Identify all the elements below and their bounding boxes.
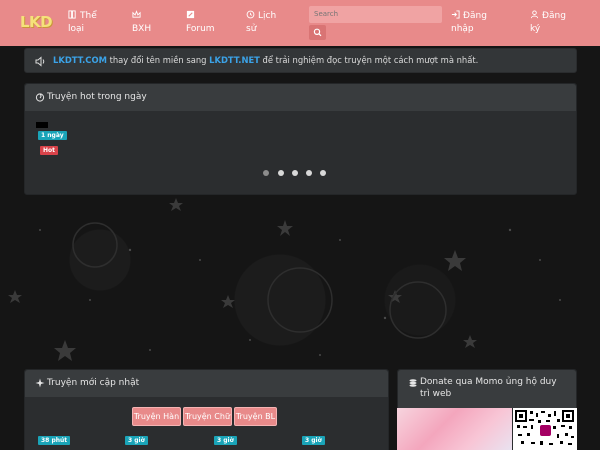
carousel-dot[interactable]	[292, 170, 298, 176]
new-domain-link[interactable]: LKDTT.NET	[209, 55, 260, 65]
donate-title-line-2: trì web	[420, 389, 452, 399]
domain-notice: LKDTT.COM thay đổi tên miền sang LKDTT.N…	[24, 48, 577, 73]
nav-history-label-2: sử	[246, 24, 257, 34]
hot-today-header: Truyện hot trong ngày	[25, 84, 576, 111]
tab-novel[interactable]: Truyện Chữ	[183, 407, 232, 426]
login-link[interactable]: Đăng nhập	[451, 10, 487, 36]
speaker-icon	[35, 56, 45, 67]
latest-updates-title: Truyện mới cập nhật	[47, 378, 140, 388]
notice-text-part-1: thay đổi tên miền sang	[106, 55, 210, 65]
nav-forum-label: Forum	[186, 24, 215, 34]
tab-bl[interactable]: Truyện BL	[234, 407, 277, 426]
carousel-dot[interactable]	[320, 170, 326, 176]
donate-header: Donate qua Momo ủng hộ duy trì web	[398, 370, 576, 408]
history-icon	[246, 10, 255, 19]
time-badge: 38 phút	[38, 436, 71, 445]
user-icon	[530, 10, 539, 19]
nav-forum[interactable]: Forum	[186, 10, 215, 36]
login-label-1: Đăng	[463, 11, 487, 21]
coins-icon	[409, 379, 417, 387]
tab-korean[interactable]: Truyện Hàn	[132, 407, 181, 426]
nav-ranking-label: BXH	[132, 24, 152, 34]
fire-icon	[35, 93, 45, 102]
donate-artwork	[397, 408, 512, 450]
donate-title-line-1: Donate qua Momo ủng hộ duy	[420, 377, 557, 387]
nav-categories-label-1: Thể	[80, 11, 97, 21]
old-domain-link[interactable]: LKDTT.COM	[53, 55, 107, 65]
time-badge: 3 giờ	[125, 436, 148, 445]
register-link[interactable]: Đăng ký	[530, 10, 566, 36]
hot-badge: Hot	[40, 146, 59, 155]
login-icon	[451, 10, 460, 19]
search-input[interactable]	[309, 6, 442, 23]
hot-today-panel: Truyện hot trong ngày 1 ngày Hot	[24, 83, 577, 195]
forum-icon	[186, 10, 195, 19]
time-badge: 3 giờ	[302, 436, 325, 445]
sparkle-icon	[35, 378, 45, 388]
search-button[interactable]	[309, 25, 326, 40]
story-thumbnail[interactable]	[36, 122, 48, 128]
carousel-dot[interactable]	[306, 170, 312, 176]
momo-qr-code	[513, 408, 577, 450]
time-badge: 3 giờ	[214, 436, 237, 445]
nav-history-label-1: Lịch	[258, 11, 277, 21]
carousel-dot[interactable]	[278, 170, 284, 176]
nav-history[interactable]: Lịch sử	[246, 10, 276, 36]
nav-categories[interactable]: Thể loại	[68, 10, 97, 36]
book-icon	[68, 10, 76, 19]
notice-text-part-2: để trải nghiệm đọc truyện một cách mượt …	[259, 55, 479, 65]
donate-title: Donate qua Momo ủng hộ duy trì web	[420, 376, 557, 400]
nav-ranking[interactable]: BXH	[132, 10, 151, 36]
site-logo[interactable]: LKD	[20, 13, 53, 31]
carousel-dot[interactable]	[263, 170, 269, 176]
search-icon	[313, 28, 322, 37]
register-label-1: Đăng	[542, 11, 566, 21]
nav-categories-label-2: loại	[68, 24, 85, 34]
time-badge: 1 ngày	[38, 131, 67, 140]
hot-today-title: Truyện hot trong ngày	[47, 92, 147, 102]
latest-updates-header: Truyện mới cập nhật	[25, 370, 388, 397]
login-label-2: nhập	[451, 24, 474, 34]
register-label-2: ký	[530, 24, 541, 34]
crown-icon	[132, 10, 141, 18]
top-navbar: LKD Thể loại BXH Forum Lịch sử Đăng nhập…	[0, 0, 600, 46]
notice-text: LKDTT.COM thay đổi tên miền sang LKDTT.N…	[53, 55, 478, 65]
